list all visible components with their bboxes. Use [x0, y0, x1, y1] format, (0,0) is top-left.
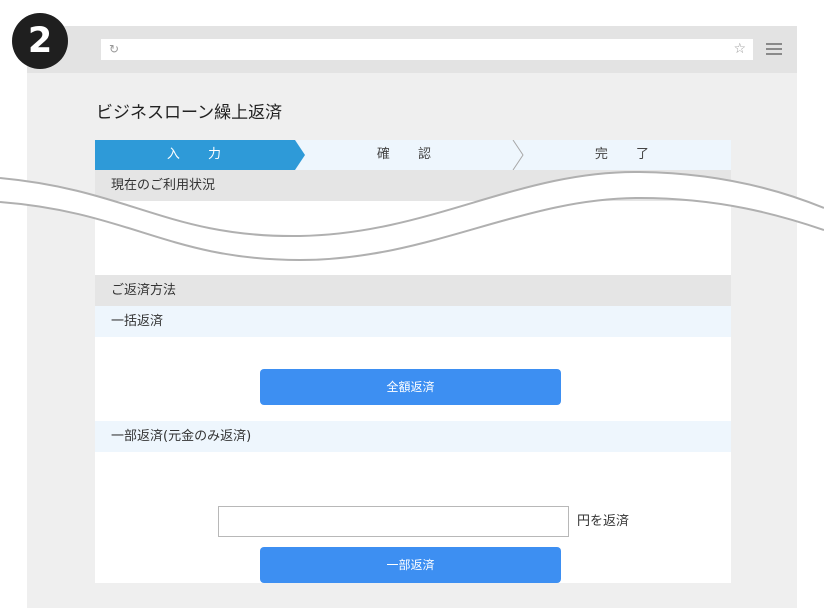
subsection-full-repayment: 一括返済: [95, 306, 731, 337]
step-number-badge: 2: [12, 13, 68, 69]
subsection-partial-repayment: 一部返済(元金のみ返済): [95, 421, 731, 452]
step-confirm: 確 認: [376, 147, 444, 162]
browser-window: ↻ ☆ ビジネスローン繰上返済 入 力 確 認 完 了 現在のご利用状況 ご返済…: [27, 26, 797, 608]
section-usage-status: 現在のご利用状況: [95, 170, 731, 201]
browser-toolbar: ↻ ☆: [27, 26, 797, 73]
amount-input[interactable]: [218, 506, 569, 537]
address-bar[interactable]: ↻ ☆: [101, 39, 753, 60]
amount-suffix: 円を返済: [577, 514, 630, 529]
partial-repayment-button[interactable]: 一部返済: [260, 547, 561, 583]
step-input: 入 力: [166, 147, 234, 162]
hamburger-menu-icon[interactable]: [766, 43, 782, 55]
section-repayment-method: ご返済方法: [95, 275, 731, 306]
progress-stepper: 入 力 確 認 完 了: [95, 140, 731, 170]
step-complete: 完 了: [594, 147, 662, 162]
reload-icon[interactable]: ↻: [109, 41, 119, 58]
full-repayment-button[interactable]: 全額返済: [260, 369, 561, 405]
step-divider: [512, 140, 524, 170]
star-icon[interactable]: ☆: [733, 40, 746, 59]
content-card: 入 力 確 認 完 了 現在のご利用状況 ご返済方法 一括返済 全額返済 一部返…: [95, 140, 731, 583]
page-title: ビジネスローン繰上返済: [96, 103, 283, 123]
